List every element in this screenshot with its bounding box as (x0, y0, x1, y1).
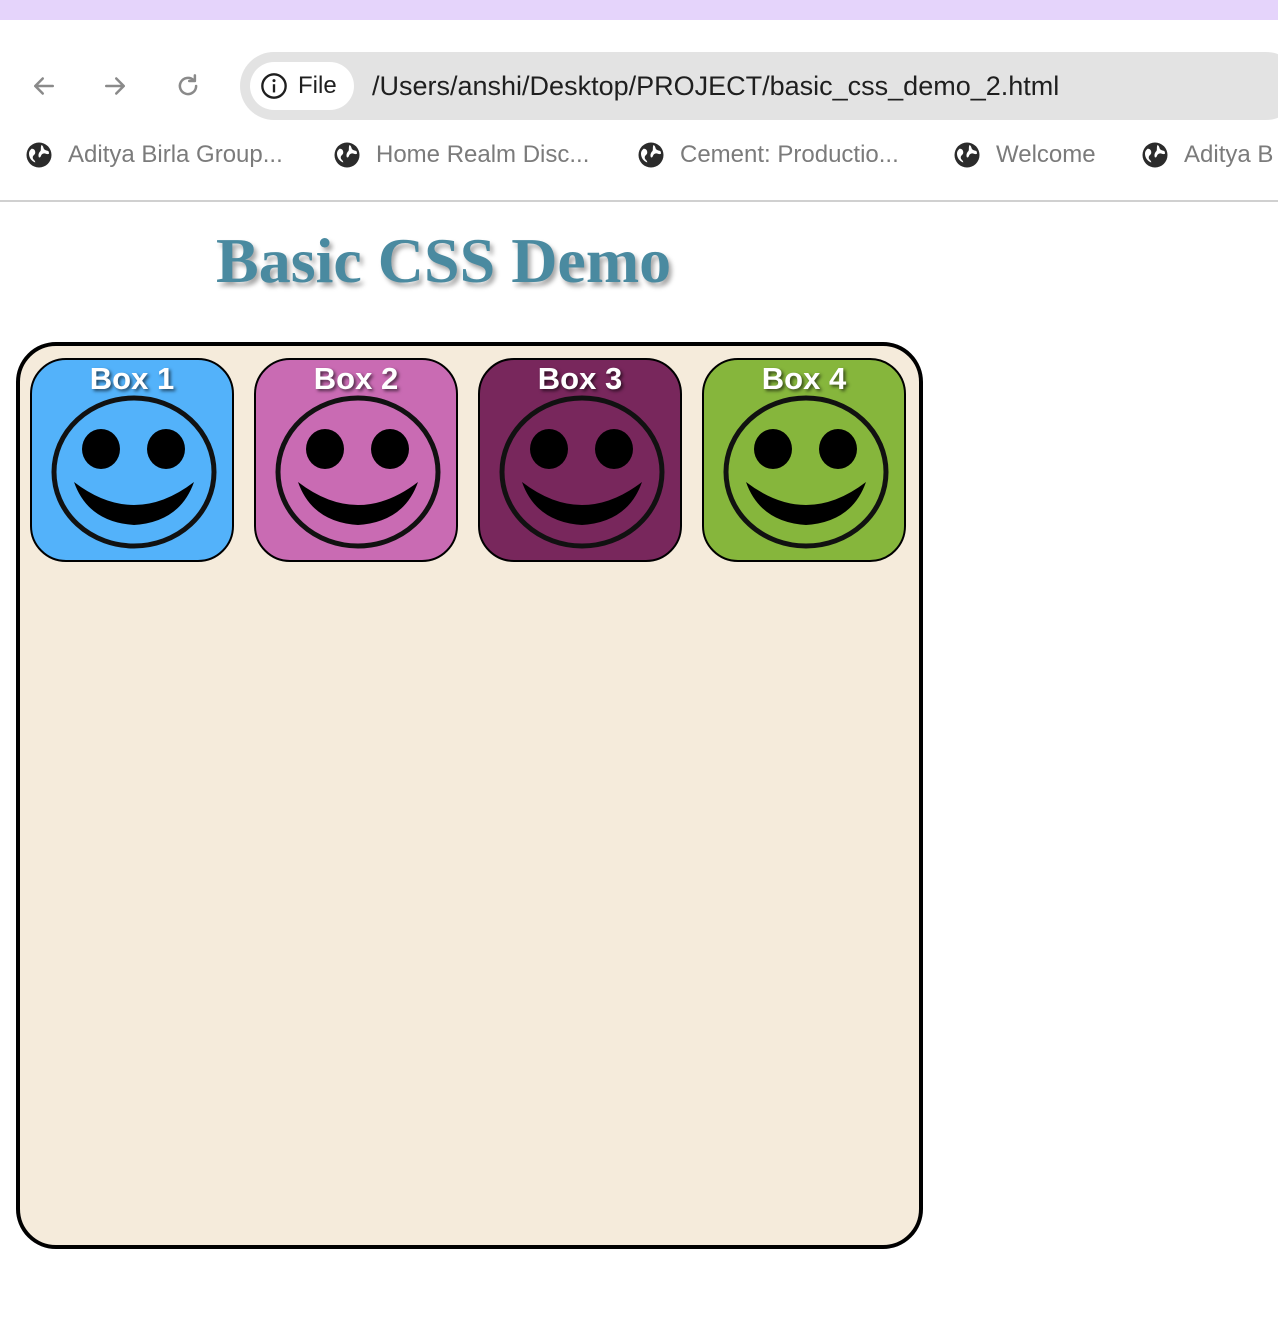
bookmarks-bar: Aditya Birla Group... Home Realm Disc...… (0, 128, 1278, 182)
toolbar-divider (0, 200, 1278, 202)
globe-icon (1142, 142, 1168, 168)
info-icon (261, 73, 287, 99)
box-label: Box 4 (761, 361, 847, 396)
bookmark-label: Aditya Birla Group... (68, 141, 283, 168)
page-title: Basic CSS Demo (216, 225, 672, 296)
box-label: Box 3 (537, 361, 623, 396)
globe-icon (26, 142, 52, 168)
url-scheme-label: File (298, 72, 337, 99)
bookmark-item[interactable]: Welcome (952, 128, 1096, 182)
box-container: Box 1 Box 2 Box 3 Box 4 (16, 342, 923, 1249)
arrow-right-icon (105, 77, 125, 95)
arrow-left-icon (34, 77, 54, 95)
box-4: Box 4 (702, 358, 906, 562)
site-info-chip[interactable]: File (250, 62, 354, 110)
globe-icon (954, 142, 980, 168)
bookmark-label: Aditya B (1184, 141, 1274, 168)
box-label: Box 2 (313, 361, 399, 396)
back-button[interactable] (24, 64, 64, 108)
smiley-icon (275, 395, 441, 549)
globe-icon (334, 142, 360, 168)
bookmark-item[interactable]: Aditya Birla Group... (24, 128, 283, 182)
bookmark-label: Cement: Productio... (680, 141, 899, 168)
reload-icon (178, 74, 198, 96)
bookmark-item[interactable]: Cement: Productio... (636, 128, 899, 182)
smiley-icon (499, 395, 665, 549)
address-bar[interactable]: File /Users/anshi/Desktop/PROJECT/basic_… (240, 52, 1278, 120)
box-label: Box 1 (89, 361, 175, 396)
box-3: Box 3 (478, 358, 682, 562)
url-text[interactable]: /Users/anshi/Desktop/PROJECT/basic_css_d… (372, 52, 1059, 120)
box-2: Box 2 (254, 358, 458, 562)
box-1: Box 1 (30, 358, 234, 562)
window-top-strip (0, 0, 1278, 20)
bookmark-label: Welcome (996, 141, 1096, 168)
smiley-icon (723, 395, 889, 549)
forward-button[interactable] (95, 64, 135, 108)
browser-chrome: File /Users/anshi/Desktop/PROJECT/basic_… (0, 20, 1278, 202)
bookmark-item[interactable]: Home Realm Disc... (332, 128, 589, 182)
reload-button[interactable] (168, 64, 208, 108)
globe-icon (638, 142, 664, 168)
bookmark-label: Home Realm Disc... (376, 141, 590, 168)
bookmark-item[interactable]: Aditya B (1140, 128, 1273, 182)
smiley-icon (51, 395, 217, 549)
